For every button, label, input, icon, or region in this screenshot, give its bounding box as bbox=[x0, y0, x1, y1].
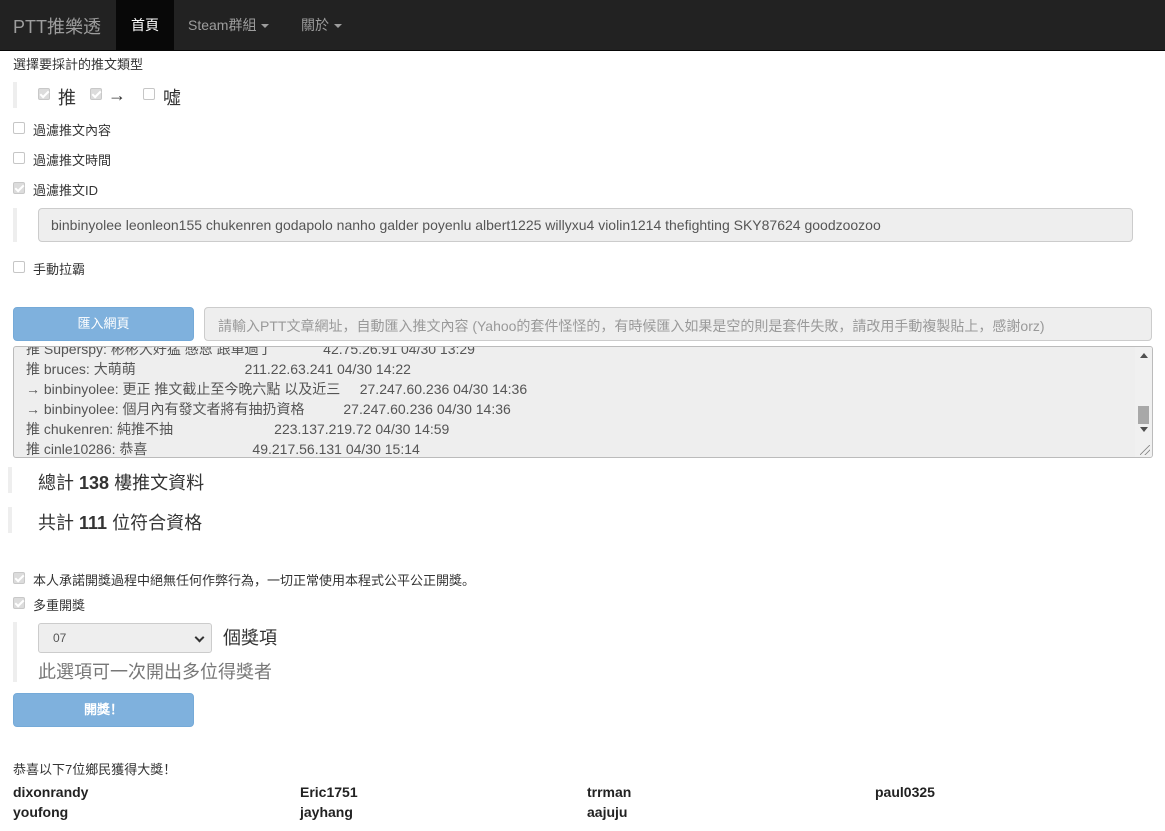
comments-textarea[interactable]: 推 Superspy: 彬彬大好猛 感恩 跟單過了 42.75.26.91 04… bbox=[13, 346, 1153, 458]
comment-line: 推 Superspy: 彬彬大好猛 感恩 跟單過了 42.75.26.91 04… bbox=[26, 346, 475, 357]
multi-hint: 此選項可一次開出多位得獎者 bbox=[38, 662, 272, 682]
total-count: 138 bbox=[79, 473, 110, 493]
comment-line: → binbinyolee: 更正 推文截止至今晚六點 以及近三 27.247.… bbox=[26, 381, 528, 397]
prize-count-select[interactable]: 07 bbox=[38, 623, 212, 653]
types-group-bar bbox=[13, 82, 17, 108]
promise-checkbox[interactable] bbox=[13, 572, 25, 584]
comment-line: 推 chukenren: 純推不抽 223.137.219.72 04/30 1… bbox=[26, 421, 450, 437]
comment-line: → binbinyolee: 個月內有發文者將有抽扔資格 27.247.60.2… bbox=[26, 401, 511, 417]
filter-id-label: 過濾推文ID bbox=[33, 183, 99, 198]
manual-slot-label: 手動拉霸 bbox=[33, 262, 86, 277]
result-heading: 恭喜以下7位鄉民獲得大獎！ bbox=[13, 762, 177, 777]
boo-label: 噓 bbox=[163, 88, 181, 108]
resize-grip-icon[interactable] bbox=[1140, 445, 1150, 455]
chevron-down-icon bbox=[261, 24, 270, 29]
nav-about-label: 關於 bbox=[301, 17, 329, 33]
import-button[interactable]: 匯入網頁 bbox=[13, 307, 194, 341]
draw-button[interactable]: 開獎！ bbox=[13, 693, 194, 727]
nav-home-label: 首頁 bbox=[131, 17, 159, 33]
textarea-scrollbar[interactable] bbox=[1135, 347, 1152, 457]
chevron-down-icon bbox=[334, 24, 342, 29]
types-heading: 選擇要採計的推文類型 bbox=[13, 57, 144, 72]
multi-draw-checkbox[interactable] bbox=[13, 597, 25, 609]
scroll-thumb[interactable] bbox=[1138, 406, 1149, 424]
multi-group-bar bbox=[13, 622, 17, 682]
nav-steam-label: Steam群組 bbox=[188, 17, 257, 33]
prize-unit-label: 個獎項 bbox=[223, 628, 277, 648]
filter-id-input[interactable]: binbinyolee leonleon155 chukenren godapo… bbox=[38, 208, 1133, 242]
winner-name: jayhang bbox=[300, 804, 353, 820]
winner-name: dixonrandy bbox=[13, 784, 89, 800]
multi-draw-label: 多重開獎 bbox=[33, 598, 86, 613]
comments-lines: 推 Superspy: 彬彬大好猛 感恩 跟單過了 42.75.26.91 04… bbox=[26, 346, 528, 457]
winner-name: youfong bbox=[13, 804, 69, 820]
chevron-down-icon bbox=[194, 632, 205, 643]
nav-home[interactable]: 首頁 bbox=[116, 0, 174, 50]
winner-name: paul0325 bbox=[875, 784, 935, 800]
eligible-suffix: 位符合資格 bbox=[112, 513, 203, 533]
winner-name: trrman bbox=[587, 784, 632, 800]
filter-content-label: 過濾推文內容 bbox=[33, 123, 112, 138]
total-bar bbox=[8, 467, 12, 493]
filter-content-checkbox[interactable] bbox=[13, 122, 25, 134]
id-group-bar bbox=[13, 208, 17, 242]
prize-count-value: 07 bbox=[53, 631, 67, 645]
winner-name: Eric1751 bbox=[300, 784, 358, 800]
nav-steam-group[interactable]: Steam群組 bbox=[188, 0, 270, 50]
filter-time-checkbox[interactable] bbox=[13, 152, 25, 164]
comment-line: 推 bruces: 大萌萌 211.22.63.241 04/30 14:22 bbox=[26, 361, 411, 377]
arrow-checkbox[interactable] bbox=[90, 88, 102, 100]
scroll-up-icon[interactable] bbox=[1140, 353, 1148, 358]
eligible-bar bbox=[8, 507, 12, 533]
comment-line: 推 cinle10286: 恭喜 49.217.56.131 04/30 15:… bbox=[26, 441, 420, 457]
boo-checkbox[interactable] bbox=[143, 88, 155, 100]
total-stat: 總計 138 樓推文資料 bbox=[38, 469, 204, 495]
total-prefix: 總計 bbox=[38, 473, 74, 493]
eligible-prefix: 共計 bbox=[38, 513, 74, 533]
filter-id-checkbox[interactable] bbox=[13, 182, 25, 194]
nav-about[interactable]: 關於 bbox=[301, 0, 342, 50]
push-checkbox[interactable] bbox=[38, 88, 50, 100]
arrow-label: → bbox=[108, 85, 126, 105]
eligible-stat: 共計 111 位符合資格 bbox=[38, 509, 202, 535]
eligible-count: 111 bbox=[79, 513, 108, 533]
url-input[interactable]: 請輸入PTT文章網址，自動匯入推文內容 (Yahoo的套件怪怪的，有時候匯入如果… bbox=[204, 307, 1152, 341]
navbar: PTT推樂透 首頁 Steam群組 關於 bbox=[0, 0, 1165, 51]
brand-logo[interactable]: PTT推樂透 bbox=[13, 13, 101, 39]
scroll-down-icon[interactable] bbox=[1140, 427, 1148, 432]
total-suffix: 樓推文資料 bbox=[114, 473, 205, 493]
manual-slot-checkbox[interactable] bbox=[13, 261, 25, 273]
promise-label: 本人承諾開獎過程中絕無任何作弊行為，一切正常使用本程式公平公正開獎。 bbox=[33, 573, 476, 588]
filter-time-label: 過濾推文時間 bbox=[33, 153, 112, 168]
winner-name: aajuju bbox=[587, 804, 628, 820]
push-label: 推 bbox=[58, 88, 76, 108]
